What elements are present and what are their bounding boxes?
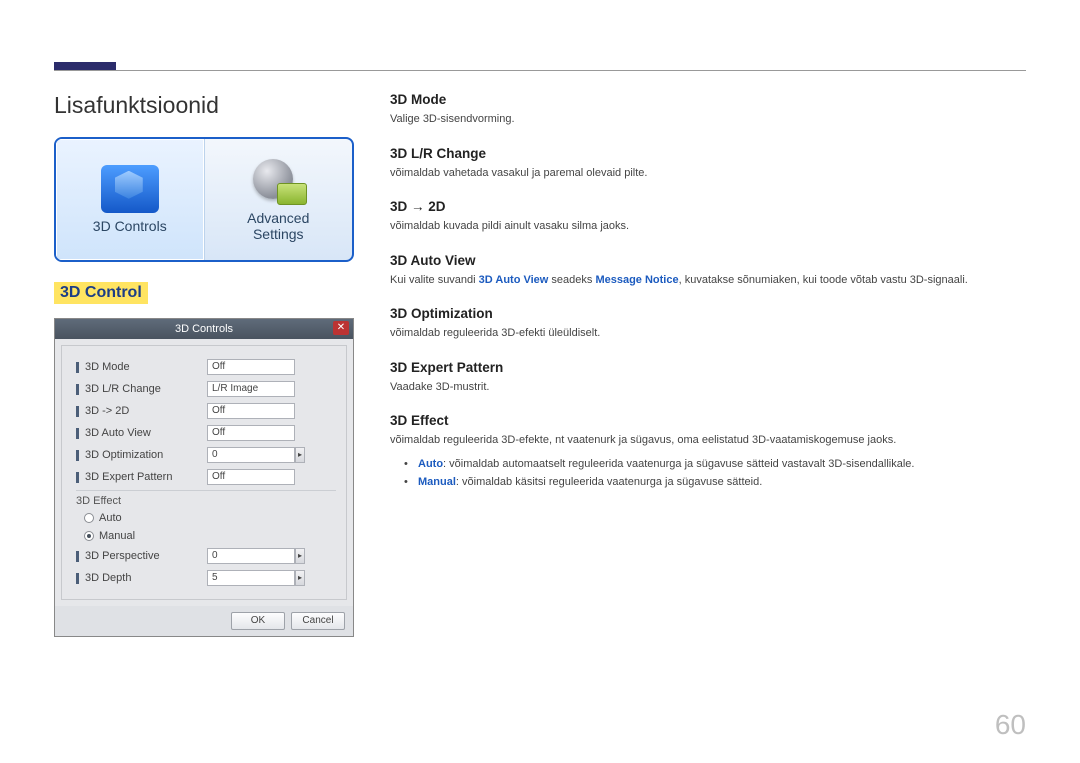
field-label: 3D -> 2D <box>85 405 207 417</box>
chevron-right-icon[interactable]: ▸ <box>295 570 305 586</box>
page-title: Lisafunktsioonid <box>54 92 354 119</box>
gear-icon <box>249 157 307 205</box>
heading-3d-effect: 3D Effect <box>390 413 1026 428</box>
radio-manual[interactable]: Manual <box>76 527 336 545</box>
row-optimization: 3D Optimization 0▸ <box>76 444 336 466</box>
chevron-right-icon[interactable]: ▸ <box>295 548 305 564</box>
header-rule <box>54 70 1026 71</box>
field-label: 3D Depth <box>85 572 207 584</box>
radio-label: Manual <box>99 530 135 542</box>
field-label: 3D Perspective <box>85 550 207 562</box>
bullet-icon <box>76 472 79 483</box>
tab-3d-controls[interactable]: 3D Controls <box>56 139 205 260</box>
field-label: 3D Auto View <box>85 427 207 439</box>
dialog-title-text: 3D Controls <box>175 323 233 335</box>
row-depth: 3D Depth 5▸ <box>76 567 336 589</box>
field-label: 3D L/R Change <box>85 383 207 395</box>
paragraph: võimaldab kuvada pildi ainult vasaku sil… <box>390 218 1026 235</box>
close-icon[interactable]: ✕ <box>333 321 349 335</box>
list-item: Manual: võimaldab käsitsi reguleerida va… <box>390 473 1026 492</box>
tab-label: Advanced <box>247 211 309 226</box>
heading-expert-pattern: 3D Expert Pattern <box>390 360 1026 375</box>
bullet-icon <box>76 428 79 439</box>
row-3d-2d: 3D -> 2D Off <box>76 400 336 422</box>
radio-icon <box>84 531 94 541</box>
cube-icon <box>101 165 159 213</box>
radio-auto[interactable]: Auto <box>76 509 336 527</box>
row-expert-pattern: 3D Expert Pattern Off <box>76 466 336 488</box>
chevron-right-icon[interactable]: ▸ <box>295 447 305 463</box>
bullet-icon <box>76 450 79 461</box>
paragraph: Valige 3D-sisendvorming. <box>390 111 1026 128</box>
dropdown-expert-pattern[interactable]: Off <box>207 469 295 485</box>
section-highlight: 3D Control <box>54 282 148 304</box>
heading-3d-2d: 3D → 2D <box>390 199 1026 214</box>
heading-3d-mode: 3D Mode <box>390 92 1026 107</box>
bullet-icon <box>76 384 79 395</box>
heading-optimization: 3D Optimization <box>390 306 1026 321</box>
spinner-perspective[interactable]: 0▸ <box>207 548 295 564</box>
field-label: 3D Expert Pattern <box>85 471 207 483</box>
effect-section-label: 3D Effect <box>76 490 336 509</box>
heading-lr-change: 3D L/R Change <box>390 146 1026 161</box>
field-label: 3D Mode <box>85 361 207 373</box>
page-number: 60 <box>995 709 1026 741</box>
ok-button[interactable]: OK <box>231 612 285 630</box>
paragraph: Vaadake 3D-mustrit. <box>390 379 1026 396</box>
spinner-optimization[interactable]: 0▸ <box>207 447 295 463</box>
list-item: Auto: võimaldab automaatselt reguleerida… <box>390 455 1026 474</box>
dialog-titlebar: 3D Controls ✕ <box>55 319 353 339</box>
row-3d-mode: 3D Mode Off <box>76 356 336 378</box>
field-label: 3D Optimization <box>85 449 207 461</box>
row-lr-change: 3D L/R Change L/R Image <box>76 378 336 400</box>
header-accent <box>54 62 116 70</box>
tab-advanced-settings[interactable]: Advanced Settings <box>205 139 353 260</box>
cancel-button[interactable]: Cancel <box>291 612 345 630</box>
heading-auto-view: 3D Auto View <box>390 253 1026 268</box>
bullet-icon <box>76 573 79 584</box>
paragraph: võimaldab vahetada vasakul ja paremal ol… <box>390 165 1026 182</box>
paragraph: võimaldab reguleerida 3D-efekti üleüldis… <box>390 325 1026 342</box>
bullet-icon <box>76 551 79 562</box>
dropdown-3d-mode[interactable]: Off <box>207 359 295 375</box>
dialog-3d-controls: 3D Controls ✕ 3D Mode Off 3D L/R Change … <box>54 318 354 637</box>
row-auto-view: 3D Auto View Off <box>76 422 336 444</box>
dropdown-lr-change[interactable]: L/R Image <box>207 381 295 397</box>
tab-label: Settings <box>253 227 304 242</box>
paragraph: võimaldab reguleerida 3D-efekte, nt vaat… <box>390 432 1026 449</box>
bullet-icon <box>76 362 79 373</box>
tab-label: 3D Controls <box>93 219 167 234</box>
bullet-icon <box>76 406 79 417</box>
radio-label: Auto <box>99 512 122 524</box>
tabs-graphic: 3D Controls Advanced Settings <box>54 137 354 262</box>
row-perspective: 3D Perspective 0▸ <box>76 545 336 567</box>
paragraph: Kui valite suvandi 3D Auto View seadeks … <box>390 272 1026 289</box>
dropdown-3d-2d[interactable]: Off <box>207 403 295 419</box>
spinner-depth[interactable]: 5▸ <box>207 570 295 586</box>
radio-icon <box>84 513 94 523</box>
dropdown-auto-view[interactable]: Off <box>207 425 295 441</box>
